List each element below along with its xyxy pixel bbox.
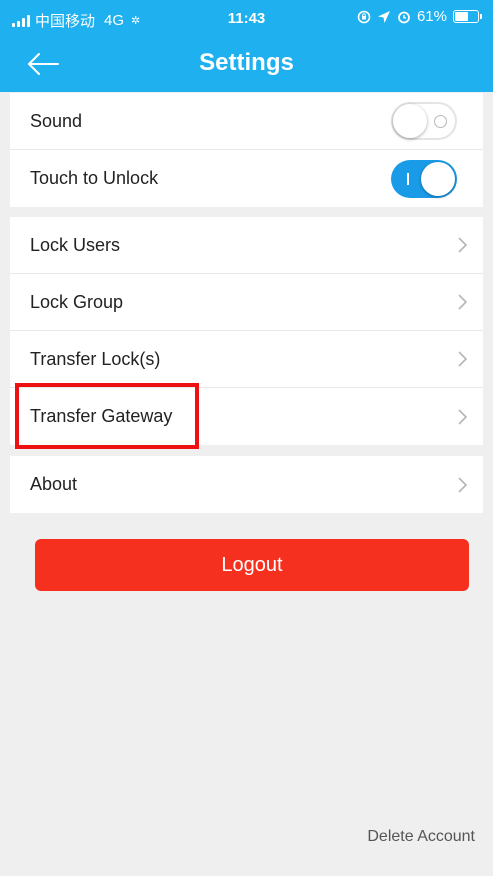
lock-rotation-icon (357, 10, 371, 23)
status-bar: 中国移动 4G ✲ 11:43 61% (0, 0, 493, 36)
chevron-right-icon (458, 351, 468, 367)
transfer-gateway-label: Transfer Gateway (30, 406, 173, 426)
arrow-left-icon (28, 53, 59, 75)
back-button[interactable] (26, 44, 78, 84)
battery-icon (453, 10, 482, 23)
about-label: About (30, 474, 78, 494)
toggle-off-mark (434, 115, 447, 128)
transfer-locks-label: Transfer Lock(s) (30, 348, 161, 369)
sound-label: Sound (30, 110, 83, 131)
alarm-icon (398, 11, 410, 23)
about-group: About (10, 456, 483, 513)
nav-bar: Settings (0, 36, 493, 92)
chevron-right-icon (458, 476, 468, 493)
location-arrow-icon (377, 10, 390, 23)
status-right: 61% (357, 8, 482, 25)
touch-unlock-row: Touch to Unlock (10, 150, 483, 207)
battery-percent: 61% (416, 8, 447, 25)
lock-menu-group: Lock Users Lock Group Transfer Lock(s) T… (10, 217, 483, 445)
menu-item-transfer-gateway[interactable]: Transfer Gateway (10, 388, 483, 445)
battery-level-fill (455, 12, 469, 21)
settings-screen: 中国移动 4G ✲ 11:43 61% Settings Sound Touch… (0, 0, 493, 876)
toggle-settings-group: Sound Touch to Unlock (10, 93, 483, 207)
toggle-on-mark (407, 172, 409, 185)
lock-users-label: Lock Users (30, 234, 121, 255)
menu-item-transfer-locks[interactable]: Transfer Lock(s) (10, 331, 483, 388)
chevron-right-icon (458, 408, 468, 425)
touch-unlock-toggle[interactable] (391, 159, 457, 198)
delete-account-link[interactable]: Delete Account (367, 828, 475, 846)
logout-button[interactable]: Logout (35, 539, 469, 591)
lock-group-label: Lock Group (30, 291, 124, 312)
touch-unlock-label: Touch to Unlock (30, 168, 159, 188)
chevron-right-icon (458, 237, 468, 253)
sound-toggle[interactable] (391, 102, 457, 140)
toggle-knob (421, 161, 455, 196)
menu-item-lock-group[interactable]: Lock Group (10, 274, 483, 331)
menu-item-about[interactable]: About (10, 456, 483, 513)
sound-row: Sound (10, 93, 483, 150)
toggle-knob (393, 104, 427, 138)
chevron-right-icon (458, 294, 468, 310)
menu-item-lock-users[interactable]: Lock Users (10, 217, 483, 274)
